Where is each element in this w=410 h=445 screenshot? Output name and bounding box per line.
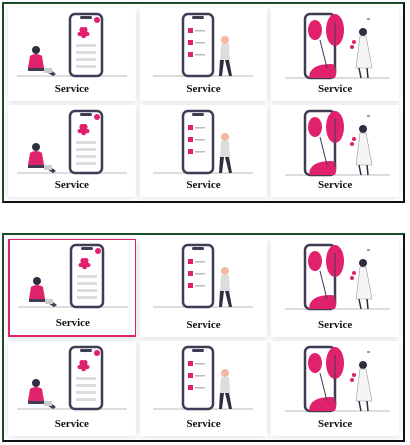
service-card[interactable]: Service: [8, 8, 136, 101]
services-panel-bottom: Service Service Service Service Service …: [2, 233, 405, 442]
service-card-hovered[interactable]: Service: [8, 239, 136, 337]
service-card-title: Service: [318, 418, 353, 430]
service-card-title: Service: [318, 179, 353, 191]
service-card[interactable]: Service: [271, 340, 399, 436]
services-grid: Service Service Service Service Service …: [8, 8, 399, 197]
services-panel-top: Service Service Service Service Service …: [2, 2, 405, 203]
man-checklist-illustration: [140, 12, 268, 82]
service-card-title: Service: [318, 318, 353, 331]
service-card[interactable]: Service: [8, 104, 136, 197]
service-card[interactable]: Service: [139, 104, 268, 197]
woman-plant-illustration: [271, 12, 399, 82]
service-card-title: Service: [318, 82, 353, 95]
service-card-title: Service: [186, 418, 221, 430]
woman-phone-illustration: [8, 12, 136, 82]
woman-plant-illustration: [271, 109, 399, 179]
service-card-title: Service: [186, 82, 221, 95]
services-grid: Service Service Service Service Service …: [8, 239, 399, 436]
service-card[interactable]: Service: [8, 340, 136, 436]
woman-phone-illustration: [10, 243, 136, 313]
woman-phone-illustration: [8, 109, 136, 179]
woman-plant-illustration: [271, 345, 399, 415]
man-checklist-illustration: [140, 243, 268, 313]
service-card-title: Service: [54, 82, 89, 95]
man-checklist-illustration: [140, 109, 268, 179]
service-card[interactable]: Service: [271, 8, 399, 101]
service-card[interactable]: Service: [139, 340, 268, 436]
service-card-title: Service: [186, 318, 221, 331]
woman-phone-illustration: [8, 345, 136, 415]
service-card[interactable]: Service: [271, 104, 399, 197]
service-card-title: Service: [54, 179, 89, 191]
service-card[interactable]: Service: [139, 239, 268, 337]
woman-plant-illustration: [271, 243, 399, 313]
service-card[interactable]: Service: [271, 239, 399, 337]
service-card-title: Service: [54, 418, 89, 430]
service-card-title: Service: [55, 316, 90, 329]
man-checklist-illustration: [140, 345, 268, 415]
service-card-title: Service: [186, 179, 221, 191]
service-card[interactable]: Service: [139, 8, 268, 101]
